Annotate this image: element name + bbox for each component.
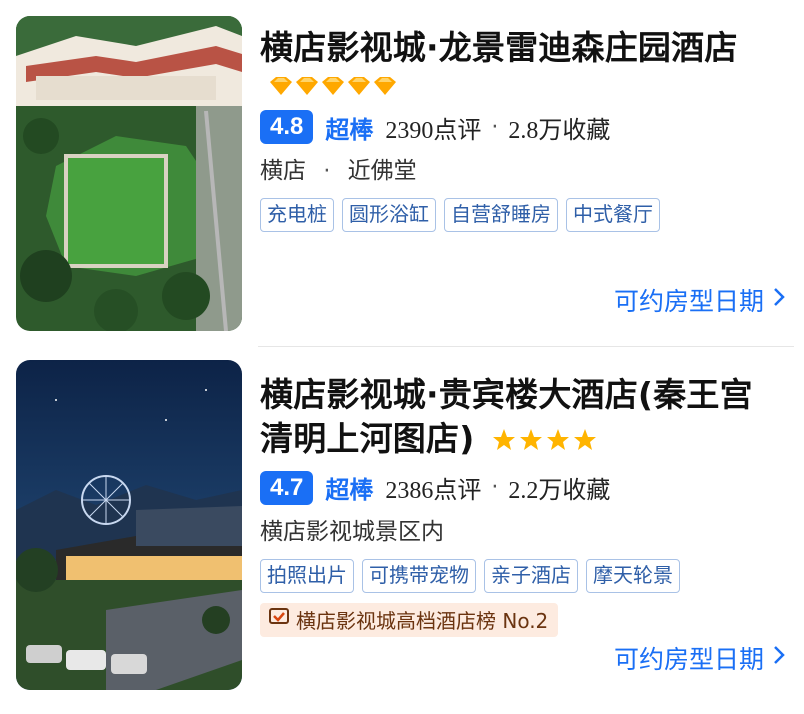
hotel-name[interactable]: 横店影视城·龙景雷迪森庄园酒店 [260, 26, 794, 70]
hotel-card[interactable]: 横店影视城·贵宾楼大酒店(秦王宫 清明上河图店) 4.7 超棒 2386点评 ·… [0, 345, 804, 714]
ranking-label: 横店影视城高档酒店榜 No.2 [296, 609, 549, 633]
separator: · [491, 475, 499, 500]
favorite-count: 2.8万收藏 [508, 117, 611, 144]
tag: 中式餐厅 [566, 198, 660, 232]
review-count[interactable]: 2390点评 [385, 110, 481, 145]
tag: 充电桩 [260, 198, 334, 232]
chevron-right-icon [772, 644, 786, 672]
rating-row: 4.7 超棒 2386点评 · 2.2万收藏 [260, 469, 794, 507]
available-dates-link[interactable]: 可约房型日期 [614, 640, 786, 676]
available-dates-link[interactable]: 可约房型日期 [614, 282, 786, 318]
score-badge: 4.8 [260, 110, 314, 144]
score-word: 超棒 [325, 476, 374, 504]
trophy-icon [268, 607, 290, 632]
hotel-card[interactable]: 横店影视城·龙景雷迪森庄园酒店 4.8 超棒 2390点评 · 2.8万收藏 横… [0, 0, 804, 345]
hotel-photo-image [16, 360, 242, 690]
rating-row: 4.8 超棒 2390点评 · 2.8万收藏 [260, 108, 794, 146]
tag: 可携带宠物 [362, 558, 476, 593]
diamond-rating [268, 70, 794, 104]
location: 横店影视城景区内 [260, 518, 444, 545]
tag: 拍照出片 [260, 558, 354, 593]
tag: 圆形浴缸 [342, 198, 436, 232]
score-word: 超棒 [325, 115, 374, 144]
hotel-name[interactable]: 横店影视城·贵宾楼大酒店(秦王宫 清明上河图店) [260, 373, 794, 463]
tag: 自营舒睡房 [444, 198, 558, 232]
hotel-name-line-1: 横店影视城·贵宾楼大酒店(秦王宫 [260, 375, 753, 414]
tag-list: 拍照出片 可携带宠物 亲子酒店 摩天轮景 [260, 558, 794, 593]
separator: · [323, 159, 331, 184]
hotel-photo[interactable] [16, 360, 242, 690]
location-near: 近佛堂 [347, 158, 417, 184]
location: 横店 · 近佛堂 [260, 152, 794, 190]
location-area: 横店 [260, 158, 306, 184]
score-badge: 4.7 [260, 470, 314, 505]
tag: 摩天轮景 [586, 558, 680, 593]
hotel-name-line-2: 清明上河图店) [260, 419, 475, 458]
chevron-right-icon [772, 286, 786, 314]
review-count[interactable]: 2386点评 [385, 470, 481, 505]
cta-label: 可约房型日期 [613, 645, 764, 674]
hotel-photo-image [16, 16, 242, 331]
tag-list: 充电桩 圆形浴缸 自营舒睡房 中式餐厅 [260, 198, 794, 232]
hotel-photo[interactable] [16, 16, 242, 331]
cta-label: 可约房型日期 [613, 287, 764, 316]
star-rating [492, 419, 598, 463]
separator: · [491, 114, 499, 140]
diamond-icons [270, 77, 396, 95]
ranking-badge[interactable]: 横店影视城高档酒店榜 No.2 [260, 602, 559, 637]
star-icons [493, 428, 597, 450]
favorite-count: 2.2万收藏 [508, 478, 611, 504]
tag: 亲子酒店 [484, 558, 578, 593]
